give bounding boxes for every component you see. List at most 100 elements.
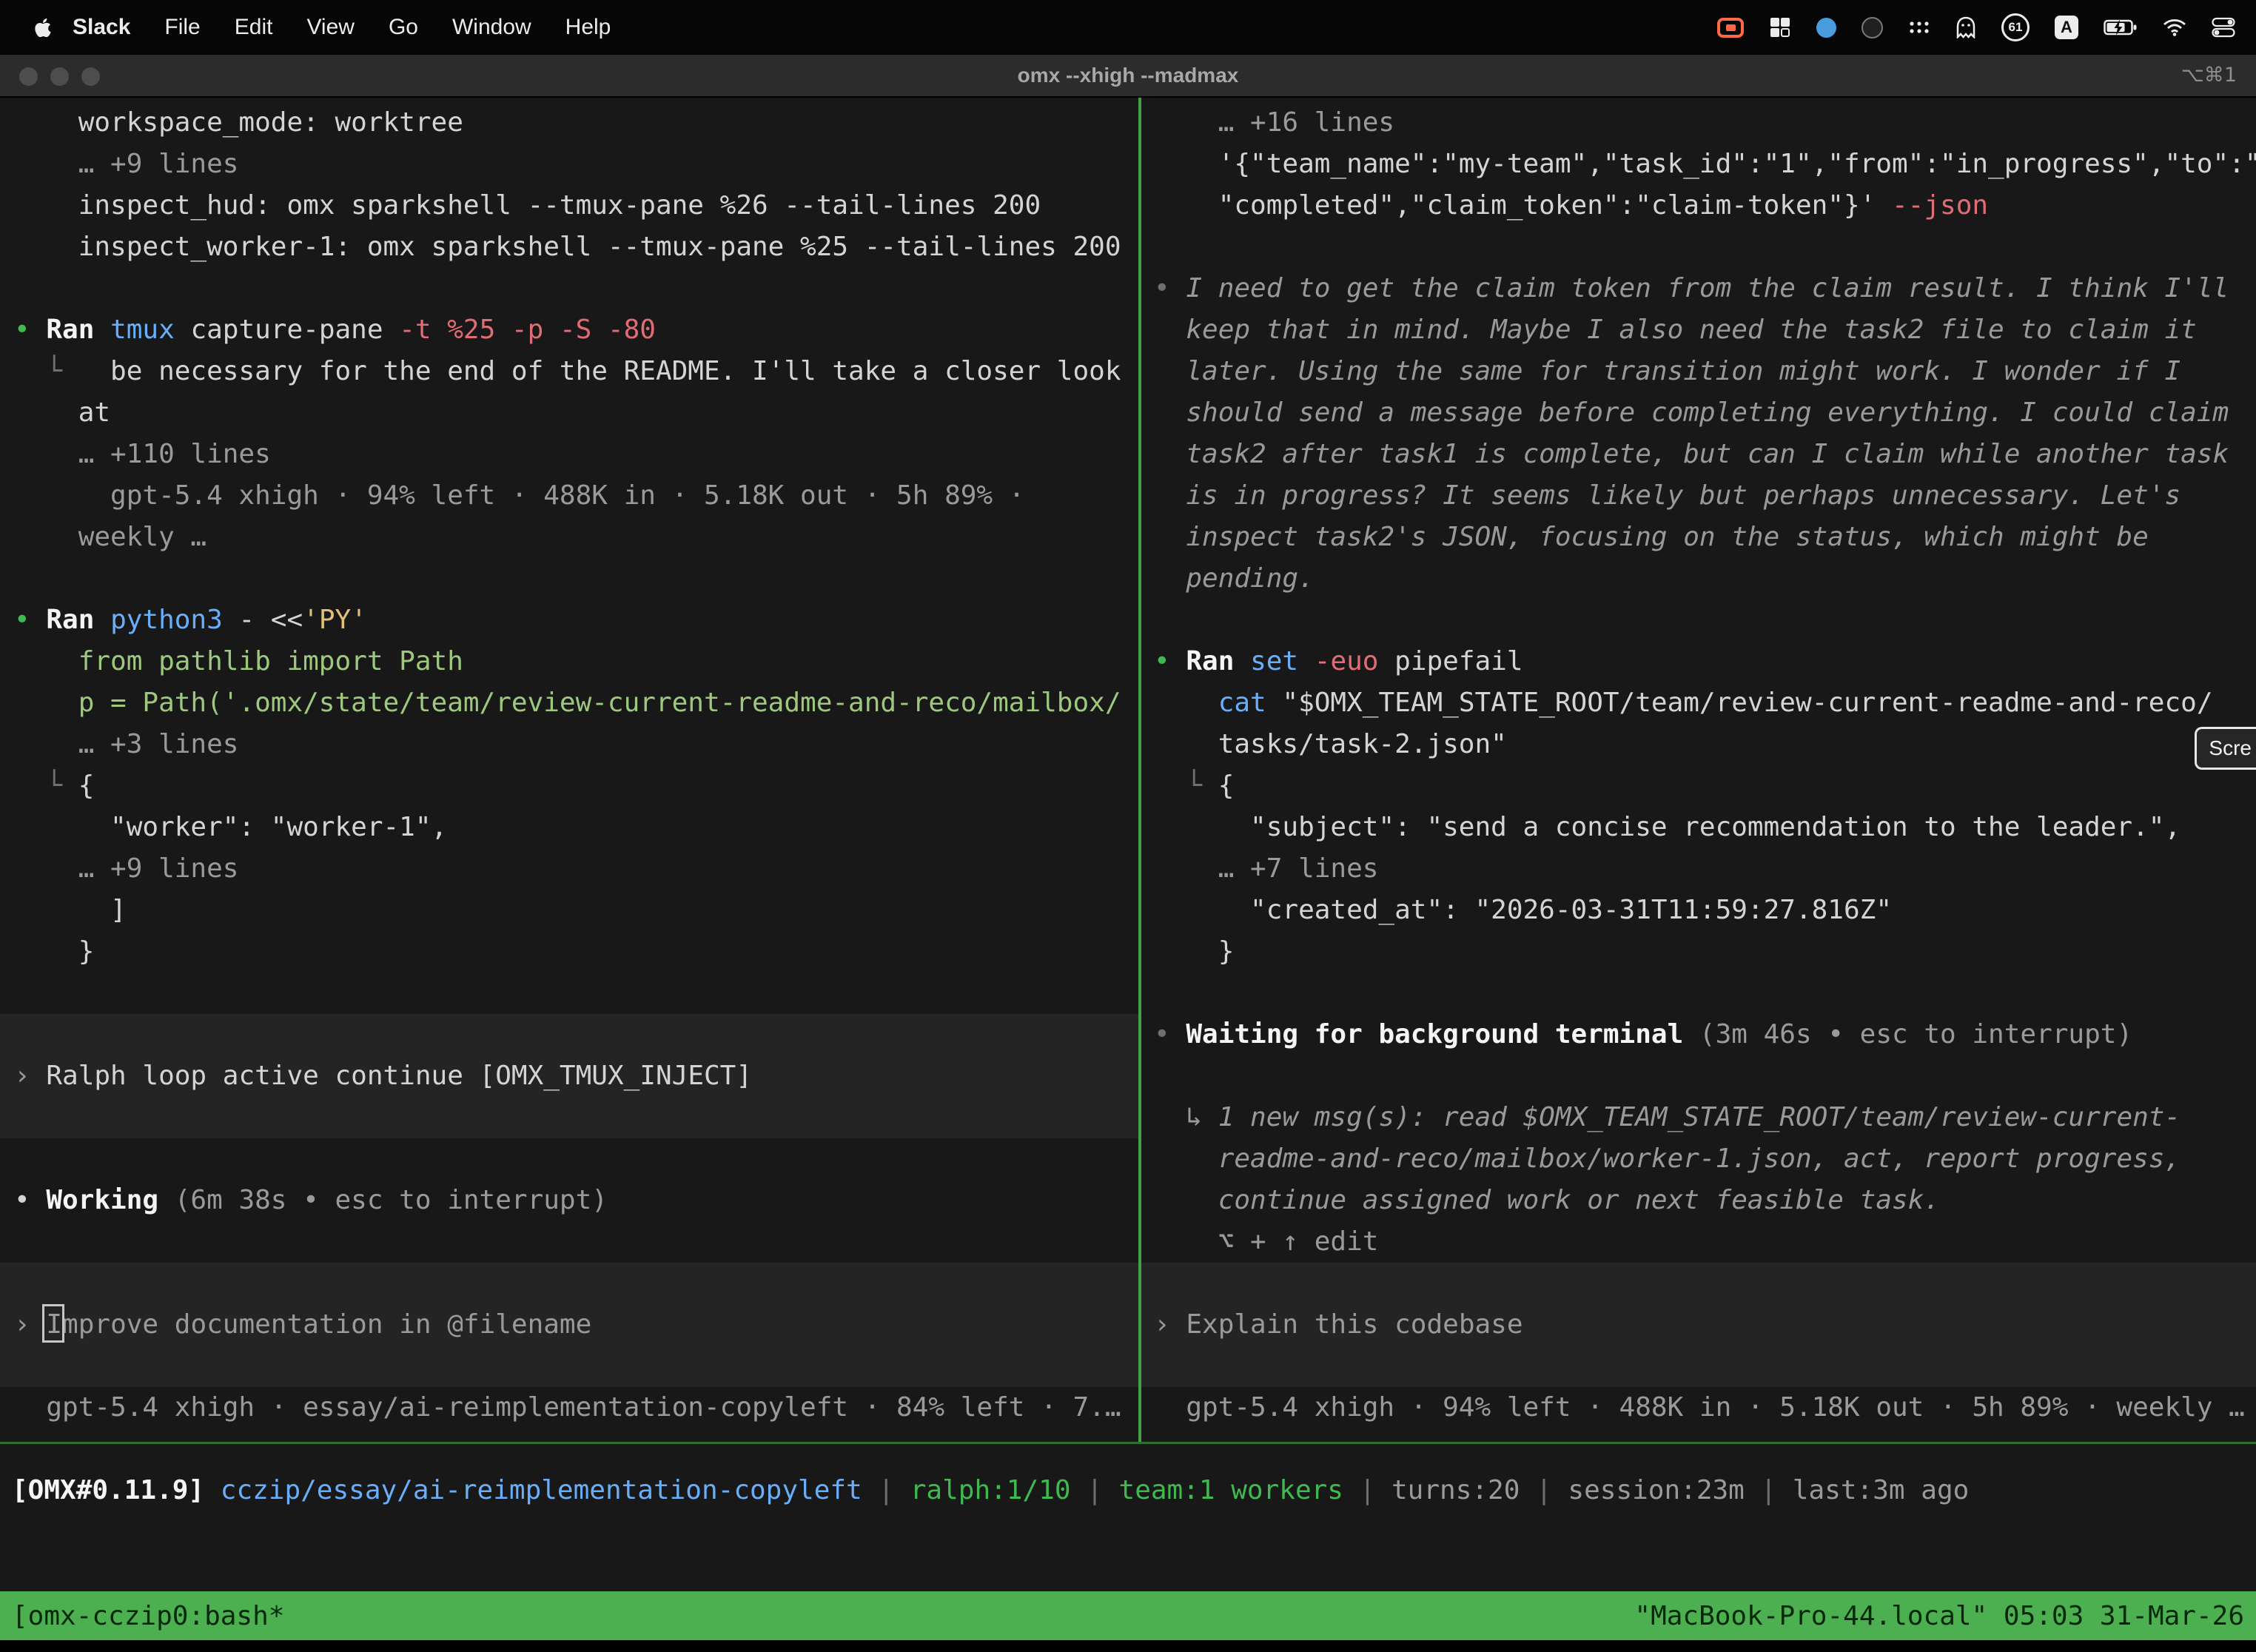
- text-segment: •: [1154, 1019, 1186, 1050]
- text-segment: ⌥ + ↑ edit: [1154, 1226, 1378, 1257]
- terminal-line: is in progress? It seems likely but perh…: [1154, 475, 2256, 517]
- text-segment: Ralph loop active continue [OMX_TMUX_INJ…: [46, 1061, 752, 1091]
- menu-left: Slack FileEditViewGoWindowHelp: [34, 15, 628, 40]
- tmux-pane-right[interactable]: … +16 lines '{"team_name":"my-team","tas…: [1141, 98, 2256, 1442]
- window-grid-icon[interactable]: [1769, 16, 1791, 38]
- text-segment: Ran: [1186, 646, 1250, 676]
- menu-items: FileEditViewGoWindowHelp: [147, 15, 628, 40]
- text-segment: team:1 workers: [1119, 1475, 1343, 1505]
- dark-app-icon[interactable]: [1861, 17, 1883, 38]
- text-segment: {: [78, 770, 95, 801]
- text-segment: (3m 46s • esc to interrupt): [1699, 1019, 2132, 1050]
- text-segment: should send a message before completing …: [1154, 397, 2229, 428]
- window-title: omx --xhigh --madmax: [0, 55, 2256, 96]
- text-segment: gpt-5.4 xhigh · 94% left · 488K in · 5.1…: [14, 480, 1024, 511]
- text-segment: set: [1250, 646, 1315, 676]
- text-segment: I need to get the claim token from the c…: [1186, 273, 2229, 303]
- control-center-icon[interactable]: [2212, 16, 2235, 38]
- omx-hud-status: [OMX#0.11.9] cczip/essay/ai-reimplementa…: [12, 1470, 2256, 1511]
- text-segment: later. Using the same for transition mig…: [1154, 356, 2181, 386]
- terminal-line: [1141, 1346, 2256, 1387]
- terminal-line: tasks/task-2.json": [1154, 724, 2256, 765]
- wifi-icon[interactable]: [2163, 19, 2186, 37]
- blue-dot: [1816, 18, 1836, 38]
- terminal-line: at: [14, 392, 1138, 434]
- terminal-line: [0, 1014, 1138, 1055]
- menu-item-go[interactable]: Go: [372, 15, 435, 40]
- text-segment: be necessary for the end of the README. …: [110, 356, 1121, 386]
- battery-charging-icon[interactable]: [2104, 19, 2138, 36]
- terminal-line: [0, 1263, 1138, 1304]
- ghost-app-icon[interactable]: [1955, 16, 1976, 38]
- text-segment: (6m 38s • esc to interrupt): [175, 1185, 608, 1215]
- text-segment: •: [1154, 273, 1186, 303]
- terminal-line: [14, 558, 1138, 600]
- window-shortcut-label: ⌥⌘1: [2181, 55, 2237, 96]
- text-segment: capture-pane: [190, 315, 399, 345]
- terminal-line: "subject": "send a concise recommendatio…: [1154, 807, 2256, 848]
- input-source-label: A: [2061, 18, 2072, 37]
- terminal-line: └ be necessary for the end of the README…: [14, 351, 1138, 392]
- waiting-status: • Waiting for background terminal (3m 46…: [1154, 1014, 2256, 1055]
- terminal-line: … +9 lines: [14, 144, 1138, 185]
- text-segment: "created_at": "2026-03-31T11:59:27.816Z": [1154, 895, 1892, 925]
- text-segment: ]: [14, 895, 127, 925]
- text-segment: … +9 lines: [14, 149, 238, 179]
- text-segment: └: [1154, 770, 1218, 801]
- screen-recording-stop-icon[interactable]: [1717, 18, 1744, 38]
- menu-item-file[interactable]: File: [147, 15, 217, 40]
- apple-menu-icon[interactable]: [34, 17, 52, 38]
- menu-item-view[interactable]: View: [289, 15, 371, 40]
- text-segment: pipefail: [1394, 646, 1523, 676]
- record-dot: [1726, 24, 1736, 31]
- text-segment: workspace_mode: worktree: [14, 107, 463, 138]
- text-segment: "subject": "send a concise recommendatio…: [1154, 812, 2181, 842]
- text-segment: Explain this codebase: [1186, 1309, 1523, 1340]
- terminal-line: [1154, 1055, 2256, 1097]
- text-segment: last:3m ago: [1793, 1475, 1969, 1505]
- ralph-loop-status: › Ralph loop active continue [OMX_TMUX_I…: [0, 1055, 1138, 1097]
- dots-grid-icon[interactable]: [1908, 19, 1930, 36]
- terminal-line: … +110 lines: [14, 434, 1138, 475]
- text-segment: mprove documentation in @filename: [62, 1309, 591, 1340]
- terminal-line: [1141, 1263, 2256, 1304]
- battery-percentage-icon[interactable]: 61: [2001, 13, 2030, 41]
- terminal-line: [0, 1097, 1138, 1138]
- menu-item-edit[interactable]: Edit: [218, 15, 290, 40]
- blue-app-icon[interactable]: [1816, 18, 1836, 38]
- terminal-line: workspace_mode: worktree: [14, 102, 1138, 144]
- text-segment: --json: [1892, 190, 1988, 221]
- text-segment: gpt-5.4 xhigh · 94% left · 488K in · 5.1…: [1154, 1392, 2245, 1423]
- text-segment: cat: [1218, 688, 1283, 718]
- input-source-icon[interactable]: A: [2055, 16, 2078, 39]
- text-segment: session:23m: [1568, 1475, 1744, 1505]
- menu-item-window[interactable]: Window: [435, 15, 548, 40]
- screen-popup[interactable]: Scre: [2195, 727, 2256, 770]
- omx-hud-pane: [OMX#0.11.9] cczip/essay/ai-reimplementa…: [0, 1444, 2256, 1591]
- text-segment: … +9 lines: [14, 853, 238, 884]
- terminal-line: should send a message before completing …: [1154, 392, 2256, 434]
- text-segment: "$OMX_TEAM_STATE_ROOT/team/review-curren…: [1282, 688, 2212, 718]
- dark-dot: [1861, 17, 1883, 38]
- text-segment: 'PY': [303, 605, 367, 635]
- text-segment: gpt-5.4 xhigh · essay/ai-reimplementatio…: [14, 1392, 1121, 1423]
- composer-input-right[interactable]: › Explain this codebase: [1141, 1304, 2256, 1346]
- text-segment: keep that in mind. Maybe I also need the…: [1154, 315, 2197, 345]
- command-ran-tmux-capture: • Ran tmux capture-pane -t %25 -p -S -80: [14, 309, 1138, 351]
- tmux-pane-left[interactable]: workspace_mode: worktree … +9 lines insp…: [0, 98, 1138, 1442]
- menu-item-help[interactable]: Help: [548, 15, 628, 40]
- terminal-line: "created_at": "2026-03-31T11:59:27.816Z": [1154, 890, 2256, 931]
- terminal-line: }: [14, 931, 1138, 973]
- text-segment: |: [1071, 1475, 1119, 1505]
- reasoning-text: • I need to get the claim token from the…: [1154, 268, 2256, 309]
- terminal-line: └ {: [14, 765, 1138, 807]
- composer-input-left[interactable]: › Improve documentation in @filename: [0, 1304, 1138, 1346]
- text-segment: |: [862, 1475, 910, 1505]
- text-segment: |: [1520, 1475, 1568, 1505]
- terminal-line: [0, 1346, 1138, 1387]
- text-segment: … +16 lines: [1154, 107, 1394, 138]
- model-status-left: gpt-5.4 xhigh · essay/ai-reimplementatio…: [14, 1387, 1138, 1428]
- text-segment: is in progress? It seems likely but perh…: [1154, 480, 2181, 511]
- text-segment: Ran: [46, 605, 110, 635]
- menu-app-name[interactable]: Slack: [62, 15, 147, 40]
